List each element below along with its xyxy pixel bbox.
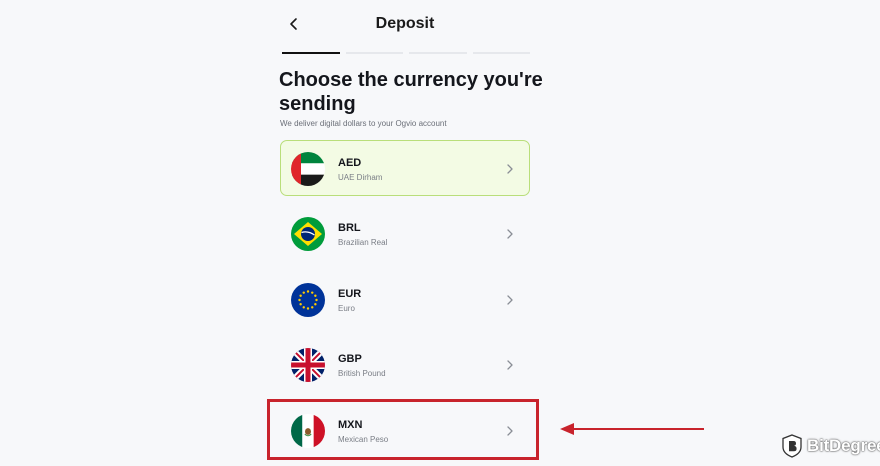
chevron-right-icon	[507, 426, 513, 436]
currency-option-eur[interactable]: EUR Euro	[280, 271, 530, 327]
chevron-right-icon	[507, 229, 513, 239]
currency-code: EUR	[338, 288, 362, 300]
currency-name: British Pound	[338, 369, 386, 378]
currency-option-mxn[interactable]: MXN Mexican Peso	[280, 402, 530, 458]
currency-name: UAE Dirham	[338, 173, 383, 182]
progress-step-1	[282, 52, 340, 54]
currency-code: AED	[338, 157, 362, 169]
currency-name: Euro	[338, 304, 355, 313]
section-subtitle: We deliver digital dollars to your Ogvio…	[280, 119, 447, 128]
eu-flag-icon	[291, 283, 325, 317]
brazil-flag-icon	[291, 217, 325, 251]
currency-name: Mexican Peso	[338, 435, 389, 444]
progress-step-3	[409, 52, 467, 54]
currency-option-gbp[interactable]: GBP British Pound	[280, 336, 530, 392]
pointer-arrow-icon	[560, 423, 704, 435]
currency-option-brl[interactable]: BRL Brazilian Real	[280, 205, 530, 261]
currency-code: MXN	[338, 419, 363, 431]
section-heading: Choose the currency you're sending	[279, 69, 543, 115]
uk-flag-icon	[291, 348, 325, 382]
currency-code: GBP	[338, 353, 362, 365]
progress-step-2	[345, 52, 403, 54]
step-progress	[282, 52, 530, 54]
bitdegree-logo: BitDegree	[782, 434, 880, 458]
mexico-flag-icon	[291, 414, 325, 448]
uae-flag-icon	[291, 152, 325, 186]
watermark-text: BitDegree	[807, 436, 880, 455]
currency-code: BRL	[338, 222, 361, 234]
currency-option-aed[interactable]: AED UAE Dirham	[280, 140, 530, 196]
progress-step-4	[472, 52, 530, 54]
chevron-right-icon	[507, 360, 513, 370]
chevron-right-icon	[507, 295, 513, 305]
app-header: Deposit	[270, 0, 540, 50]
bitdegree-shield-icon	[782, 434, 802, 458]
chevron-right-icon	[507, 164, 513, 174]
page-title: Deposit	[375, 15, 435, 32]
currency-name: Brazilian Real	[338, 238, 388, 247]
